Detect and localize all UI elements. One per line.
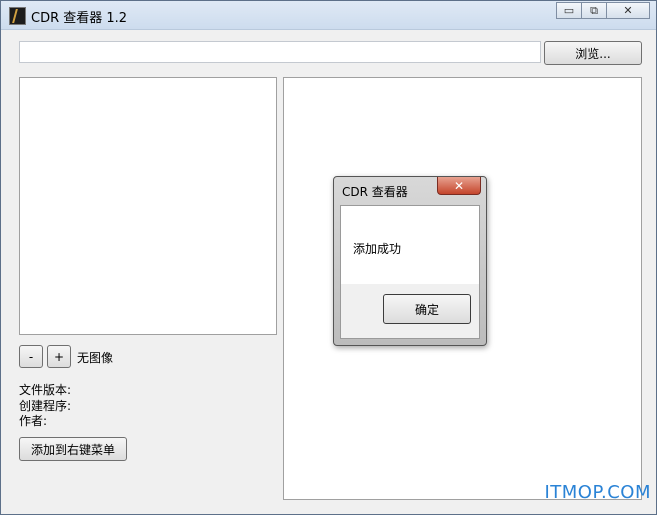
file-path-input[interactable] <box>19 41 541 63</box>
thumbnail-preview <box>19 77 277 335</box>
dialog-message: 添加成功 <box>353 242 402 256</box>
zoom-out-button[interactable]: - <box>19 345 43 368</box>
restore-icon: ⧉ <box>590 3 598 17</box>
file-version-label: 文件版本: <box>19 383 72 397</box>
image-status-label: 无图像 <box>77 351 114 365</box>
minimize-icon: ▭ <box>563 4 575 17</box>
dialog-body: 添加成功 确定 <box>340 205 480 339</box>
add-context-menu-button[interactable]: 添加到右键菜单 <box>19 437 127 461</box>
author-label: 作者: <box>19 414 48 428</box>
ok-button[interactable]: 确定 <box>383 294 471 324</box>
browse-button[interactable]: 浏览... <box>544 41 642 65</box>
minimize-button[interactable]: ▭ <box>556 2 582 19</box>
app-icon <box>9 7 26 25</box>
message-dialog: CDR 查看器 ✕ 添加成功 确定 <box>333 176 487 346</box>
dialog-close-button[interactable]: ✕ <box>437 177 481 195</box>
watermark: ITMOP.COM <box>544 482 651 503</box>
dialog-title: CDR 查看器 <box>342 185 408 199</box>
dialog-message-area: 添加成功 <box>341 206 479 284</box>
close-icon: ✕ <box>623 4 633 17</box>
main-window: CDR 查看器 1.2 ▭ ⧉ ✕ 浏览... - + 无图像 文件版本: 创建… <box>0 0 657 515</box>
window-controls: ▭ ⧉ ✕ <box>556 2 650 19</box>
close-icon: ✕ <box>453 178 465 193</box>
title-bar[interactable]: CDR 查看器 1.2 ▭ ⧉ ✕ <box>1 1 656 30</box>
close-button[interactable]: ✕ <box>606 2 650 19</box>
zoom-in-button[interactable]: + <box>47 345 71 368</box>
window-title: CDR 查看器 1.2 <box>31 11 128 26</box>
restore-button[interactable]: ⧉ <box>581 2 607 19</box>
